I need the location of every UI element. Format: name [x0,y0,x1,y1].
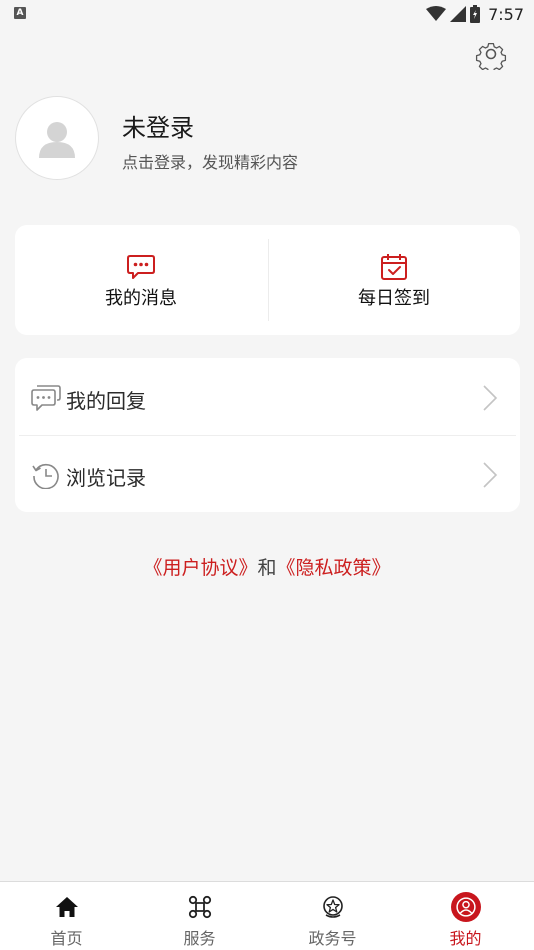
menu-item-browse-history[interactable]: 浏览记录 [15,435,520,512]
profile-icon [450,892,481,922]
gear-icon [475,42,507,74]
message-icon [127,255,155,279]
battery-icon [470,5,481,23]
chevron-right-icon [483,462,498,488]
calendar-check-icon [381,254,407,280]
avatar[interactable] [15,96,99,180]
agreement-links: 《用户协议》和《隐私政策》 [0,553,534,580]
privacy-policy-link[interactable]: 《隐私政策》 [277,557,391,579]
tab-mine[interactable]: 我的 [399,882,532,950]
tab-label: 我的 [449,929,482,948]
comments-icon [31,385,61,411]
menu-item-my-replies[interactable]: 我的回复 [15,358,520,436]
profile-name: 未登录 [122,114,194,142]
menu-item-label: 浏览记录 [66,466,146,490]
my-messages-label: 我的消息 [105,288,177,309]
notification-icon: A [14,7,26,19]
status-bar: A 7:57 [0,0,534,28]
tab-services[interactable]: 服务 [133,882,266,950]
services-icon [188,895,211,919]
daily-checkin-button[interactable]: 每日签到 [268,225,520,335]
user-placeholder-icon [39,122,75,158]
clock: 7:57 [488,4,524,24]
quick-actions-card: 我的消息 每日签到 [15,225,520,335]
signal-icon [450,6,467,22]
menu-item-label: 我的回复 [66,389,146,413]
history-icon [32,463,59,489]
tab-label: 服务 [183,929,216,948]
status-indicators: 7:57 [426,3,524,25]
my-messages-button[interactable]: 我的消息 [15,225,267,335]
tab-label: 首页 [50,929,83,948]
gov-account-icon [322,896,343,918]
tab-label: 政务号 [308,929,357,948]
user-agreement-link[interactable]: 《用户协议》 [143,557,257,579]
tab-home[interactable]: 首页 [0,882,133,950]
settings-button[interactable] [475,38,507,74]
bottom-tab-bar: 首页 服务 政务号 我的 [0,881,534,950]
tab-gov-account[interactable]: 政务号 [266,882,399,950]
profile-header[interactable]: 未登录 点击登录，发现精彩内容 [15,96,495,182]
chevron-right-icon [483,385,498,411]
profile-subtitle: 点击登录，发现精彩内容 [122,153,299,172]
menu-card: 我的回复 浏览记录 [15,358,520,512]
agreement-conjunction: 和 [257,557,277,579]
daily-checkin-label: 每日签到 [358,288,430,309]
home-icon [55,897,78,917]
wifi-icon [426,6,447,21]
